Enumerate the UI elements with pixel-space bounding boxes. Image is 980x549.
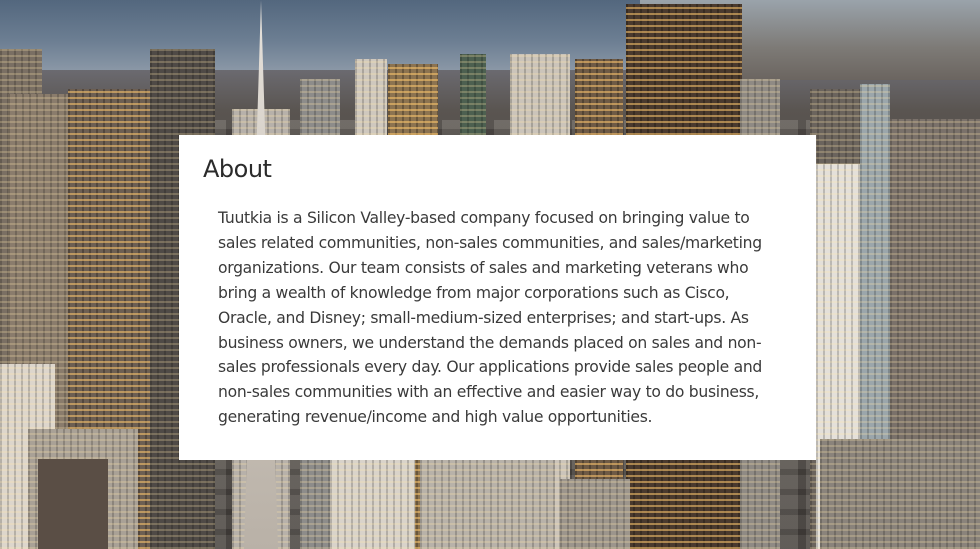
building (330, 459, 415, 549)
about-heading: About (203, 155, 272, 183)
building (420, 457, 555, 549)
about-card: About Tuutkia is a Silicon Valley-based … (179, 135, 816, 460)
about-description: Tuutkia is a Silicon Valley-based compan… (218, 209, 763, 427)
building (820, 439, 980, 549)
building (560, 479, 630, 549)
building-rooftop (38, 459, 108, 549)
